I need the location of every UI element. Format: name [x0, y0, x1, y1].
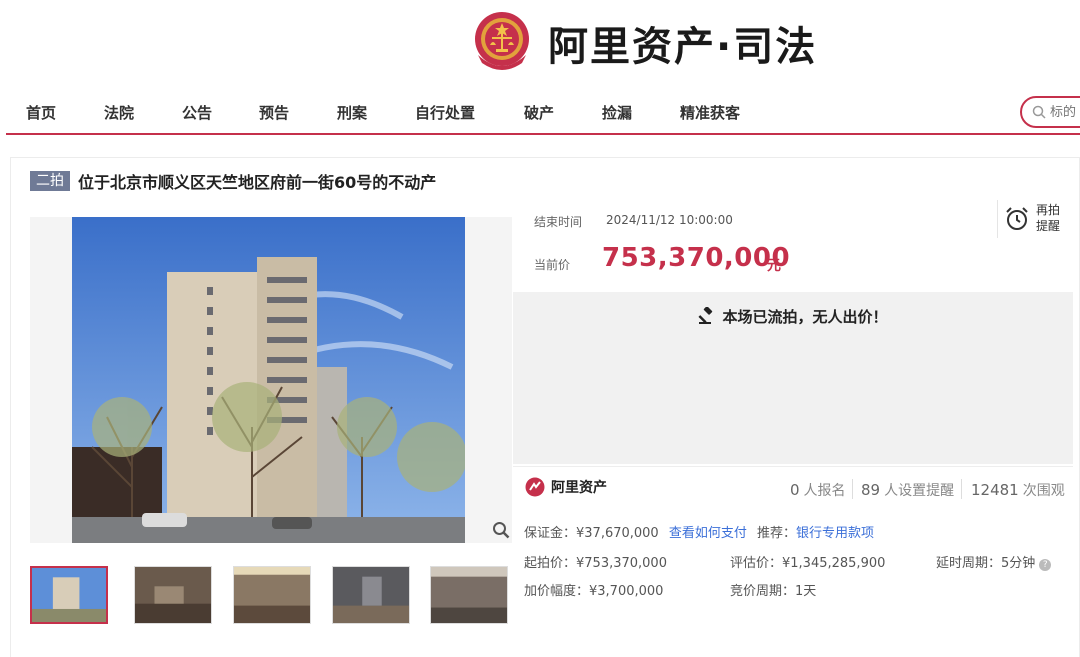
alarm-clock-icon: [1006, 207, 1028, 230]
price-unit: 元: [767, 258, 781, 274]
registrations-count: 0: [790, 481, 800, 499]
nav-item-bargain[interactable]: 捡漏: [602, 102, 632, 123]
court-emblem-icon: [475, 12, 529, 70]
thumbnail-2[interactable]: [134, 566, 212, 624]
main-photo[interactable]: [72, 217, 465, 543]
appraisal-price: 评估价：¥1,345,285,900: [730, 556, 886, 571]
thumbnail-strip: [30, 566, 520, 628]
brand-header: 阿里资产·司法: [472, 10, 817, 76]
views-count: 12481: [971, 481, 1019, 499]
deposit-value: 保证金：¥37,670,000: [524, 526, 659, 541]
brand-title: 阿里资产·司法: [548, 24, 818, 70]
main-nav: 首页 法院 公告 预告 刑案 自行处置 破产 捡漏 精准获客: [0, 96, 1080, 130]
stats-bar: 阿里资产 0 人报名 89 人设置提醒 12481 次围观: [513, 466, 1073, 510]
delay-period: 延时周期：5分钟: [936, 556, 1036, 571]
thumbnail-3[interactable]: [233, 566, 311, 624]
nav-item-preview[interactable]: 预告: [259, 102, 289, 123]
nav-item-precise-leads[interactable]: 精准获客: [680, 102, 740, 123]
nav-item-criminal[interactable]: 刑案: [337, 102, 367, 123]
reminders-count: 89: [861, 481, 881, 499]
help-icon[interactable]: ?: [1039, 559, 1052, 571]
thumbnail-5[interactable]: [430, 566, 508, 624]
round-badge: 二拍: [30, 171, 70, 191]
reminders-stat: 89 人设置提醒: [861, 480, 954, 500]
bid-increment: 加价幅度：¥3,700,000: [524, 584, 664, 599]
start-price: 起拍价：¥753,370,000: [524, 556, 667, 571]
delay-period-row: 延时周期：5分钟?: [936, 552, 1052, 571]
deposit-row: 保证金：¥37,670,000 查看如何支付 推荐：银行专用款项: [524, 522, 874, 541]
views-stat: 12481 次围观: [971, 480, 1065, 500]
item-title: 位于北京市顺义区天竺地区府前一街60号的不动产: [78, 173, 437, 192]
current-price-value: 753,370,000: [602, 243, 791, 273]
search-box[interactable]: [1020, 96, 1080, 128]
auction-status-message: 本场已流拍，无人出价！: [722, 308, 888, 326]
recommend-label: 推荐：: [757, 526, 797, 541]
nav-item-court[interactable]: 法院: [104, 102, 134, 123]
gavel-icon: [698, 306, 713, 324]
thumbnail-1[interactable]: [30, 566, 108, 624]
thumbnail-4[interactable]: [332, 566, 410, 624]
relist-reminder-line1: 再拍: [1036, 203, 1061, 217]
zoom-icon[interactable]: [492, 521, 510, 539]
how-to-pay-link[interactable]: 查看如何支付: [669, 526, 747, 541]
registrations-label: 人报名: [803, 483, 846, 499]
photo-viewer: [30, 217, 512, 543]
nav-divider: [6, 133, 1080, 135]
current-price-label: 当前价: [534, 258, 571, 272]
auction-status: 本场已流拍，无人出价！: [513, 306, 1073, 327]
item-title-row: 二拍 位于北京市顺义区天竺地区府前一街60号的不动产: [30, 170, 436, 192]
views-label: 次围观: [1022, 483, 1065, 499]
ali-assets-logo-icon: [525, 477, 545, 497]
nav-item-home[interactable]: 首页: [26, 102, 56, 123]
search-icon: [1032, 105, 1046, 119]
bid-period: 竞价周期：1天: [730, 584, 817, 599]
end-time-label: 结束时间: [534, 215, 583, 229]
end-time-value: 2024/11/12 10:00:00: [606, 213, 733, 227]
recommend-link[interactable]: 银行专用款项: [796, 526, 874, 541]
auction-status-panel: 本场已流拍，无人出价！: [513, 292, 1073, 464]
registrations-stat: 0 人报名: [790, 480, 846, 500]
nav-item-notice[interactable]: 公告: [182, 102, 212, 123]
nav-item-bankruptcy[interactable]: 破产: [524, 102, 554, 123]
stat-divider: [852, 479, 853, 499]
search-input[interactable]: [1050, 104, 1080, 120]
nav-item-self-disposal[interactable]: 自行处置: [415, 102, 475, 123]
relist-reminder-line2: 提醒: [1036, 219, 1061, 233]
ali-assets-logo: 阿里资产: [525, 477, 607, 497]
ali-assets-logo-text: 阿里资产: [551, 480, 607, 496]
relist-reminder-button[interactable]: 再拍 提醒: [997, 200, 1067, 238]
reminders-label: 人设置提醒: [884, 483, 955, 499]
stat-divider: [961, 479, 962, 499]
relist-reminder-label: 再拍 提醒: [1036, 202, 1068, 234]
